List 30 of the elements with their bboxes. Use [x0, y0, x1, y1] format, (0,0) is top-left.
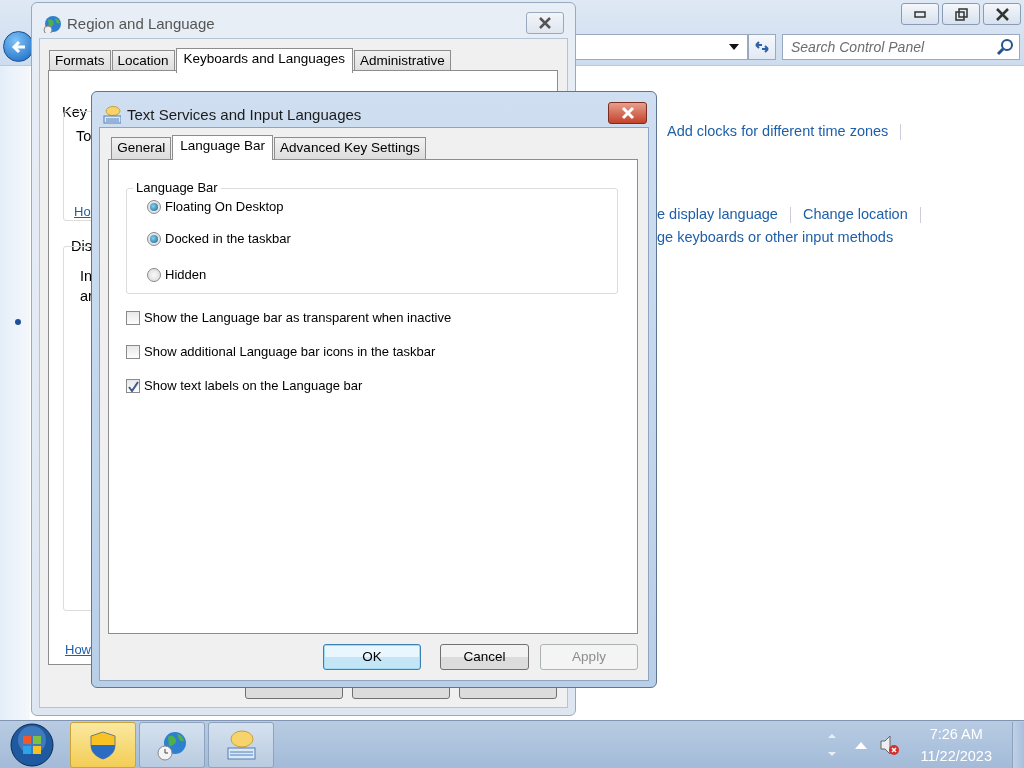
- link[interactable]: How: [65, 640, 91, 660]
- tab[interactable]: Administrative: [353, 50, 451, 72]
- tab[interactable]: Keyboards and Languages: [175, 48, 353, 73]
- tab[interactable]: Location: [111, 50, 175, 72]
- checkbox-label: Show the Language bar as transparent when inactive: [144, 309, 452, 328]
- time-text: 7:26 AM: [928, 724, 984, 744]
- tab[interactable]: Advanced Key Settings: [274, 137, 426, 159]
- tab[interactable]: General: [111, 137, 172, 159]
- text: To: [76, 127, 92, 146]
- link[interactable]: e display language: [657, 204, 778, 226]
- radio-label: Floating On Desktop: [165, 198, 284, 217]
- group-label: Language Bar: [133, 180, 221, 196]
- checkbox-label: Show text labels on the Language bar: [144, 377, 363, 396]
- search-box[interactable]: Search Control Panel: [782, 34, 1020, 60]
- search-field[interactable]: Search Control Panel: [783, 36, 996, 58]
- link[interactable]: Change location: [802, 204, 908, 226]
- window-title: Region and Language: [67, 14, 215, 34]
- text: In: [80, 267, 93, 286]
- link[interactable]: Ho: [74, 202, 91, 222]
- window-title: Text Services and Input Languages: [127, 105, 362, 125]
- radio-label: Hidden: [165, 266, 207, 285]
- checkbox-label: Show additional Language bar icons in the taskbar: [144, 343, 436, 362]
- ok-button[interactable]: OK: [323, 644, 421, 670]
- link[interactable]: ge keyboards or other input methods: [657, 227, 894, 249]
- dialog-button[interactable]: Cancel: [440, 644, 529, 670]
- tab[interactable]: Formats: [49, 50, 111, 72]
- radio-label: Docked in the taskbar: [165, 230, 291, 249]
- link[interactable]: Add clocks for different time zones: [667, 121, 889, 143]
- date-text: 11/22/2023: [920, 746, 992, 766]
- tab[interactable]: Language Bar: [172, 135, 274, 160]
